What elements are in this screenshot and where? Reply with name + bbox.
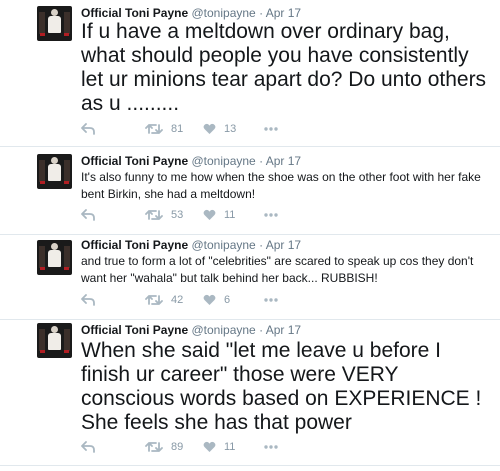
tweet-header: Official Toni Payne @tonipayne · Apr 17 [81,323,301,337]
tweet[interactable]: Official Toni Payne @tonipayne · Apr 17 … [0,319,500,466]
tweet-header: Official Toni Payne @tonipayne · Apr 17 [81,238,301,252]
more-icon [264,213,278,217]
author-name[interactable]: Official Toni Payne [81,238,188,252]
more-button[interactable] [264,292,278,308]
tweet-date[interactable]: Apr 17 [266,238,301,252]
reply-icon [81,294,95,306]
reply-icon [81,441,95,453]
more-button[interactable] [264,207,278,223]
tweet-text: It's also funny to me how when the shoe … [81,170,481,201]
avatar[interactable] [37,240,72,275]
separator-dot: · [259,238,264,252]
reply-button[interactable] [81,121,95,137]
like-button[interactable]: 6 [203,292,230,308]
retweet-button[interactable]: 42 [145,292,183,308]
tweet-date[interactable]: Apr 17 [266,6,301,20]
like-button[interactable]: 13 [203,121,236,137]
author-handle[interactable]: @tonipayne [191,238,255,252]
like-count: 11 [224,209,236,221]
tweet-header: Official Toni Payne @tonipayne · Apr 17 [81,6,301,20]
more-icon [264,127,278,131]
heart-icon [203,294,216,305]
separator-dot: · [259,323,264,337]
avatar[interactable] [37,6,72,41]
heart-icon [203,209,216,220]
author-handle[interactable]: @tonipayne [191,323,255,337]
retweet-icon [145,295,163,305]
retweet-icon [145,124,163,134]
reply-button[interactable] [81,439,95,455]
retweet-count: 42 [171,294,184,306]
retweet-icon [145,442,163,452]
tweet-actions: 81 13 [81,121,381,137]
tweet[interactable]: Official Toni Payne @tonipayne · Apr 17 … [0,234,500,320]
reply-button[interactable] [81,292,95,308]
author-name[interactable]: Official Toni Payne [81,6,188,20]
reply-icon [81,209,95,221]
tweet-header: Official Toni Payne @tonipayne · Apr 17 [81,154,301,168]
author-name[interactable]: Official Toni Payne [81,154,188,168]
tweet-actions: 89 11 [81,439,381,455]
retweet-button[interactable]: 81 [145,121,183,137]
heart-icon [203,441,216,452]
tweet-text: When she said "let me leave u before I f… [81,339,482,434]
more-button[interactable] [264,439,278,455]
retweet-count: 81 [171,123,184,135]
retweet-button[interactable]: 53 [145,207,183,223]
retweet-count: 53 [171,209,184,221]
reply-icon [81,123,95,135]
like-count: 13 [224,123,237,135]
retweet-button[interactable]: 89 [145,439,183,455]
like-count: 6 [224,294,231,306]
like-button[interactable]: 11 [203,207,235,223]
tweet-feed: Official Toni Payne @tonipayne · Apr 17 … [0,0,500,471]
tweet-text: and true to form a lot of "celebrities" … [81,254,474,285]
author-handle[interactable]: @tonipayne [191,154,255,168]
like-count: 11 [224,441,236,453]
tweet-date[interactable]: Apr 17 [266,323,301,337]
more-icon [264,445,278,449]
reply-button[interactable] [81,207,95,223]
retweet-icon [145,210,163,220]
tweet-actions: 42 6 [81,292,381,308]
heart-icon [203,123,216,134]
tweet[interactable]: Official Toni Payne @tonipayne · Apr 17 … [0,146,500,235]
like-button[interactable]: 11 [203,439,235,455]
tweet-text: If u have a meltdown over ordinary bag, … [81,20,487,115]
separator-dot: · [259,154,264,168]
author-name[interactable]: Official Toni Payne [81,323,188,337]
tweet[interactable]: Official Toni Payne @tonipayne · Apr 17 … [0,0,500,147]
tweet-actions: 53 11 [81,207,381,223]
tweet-date[interactable]: Apr 17 [266,154,301,168]
more-icon [264,298,278,302]
more-button[interactable] [264,121,278,137]
retweet-count: 89 [171,441,184,453]
avatar[interactable] [37,323,72,358]
avatar[interactable] [37,154,72,189]
separator-dot: · [259,6,264,20]
author-handle[interactable]: @tonipayne [191,6,255,20]
